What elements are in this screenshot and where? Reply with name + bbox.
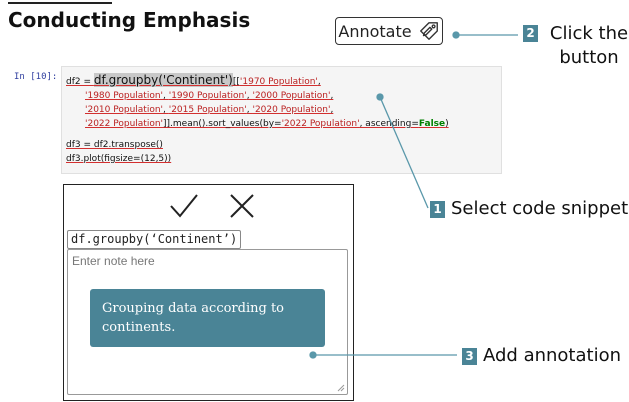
- connector-step-1: [379, 96, 429, 209]
- connector-dot: [376, 93, 384, 101]
- callout-connectors: [309, 31, 518, 359]
- connector-dot: [309, 351, 317, 359]
- connector-dot: [452, 31, 460, 39]
